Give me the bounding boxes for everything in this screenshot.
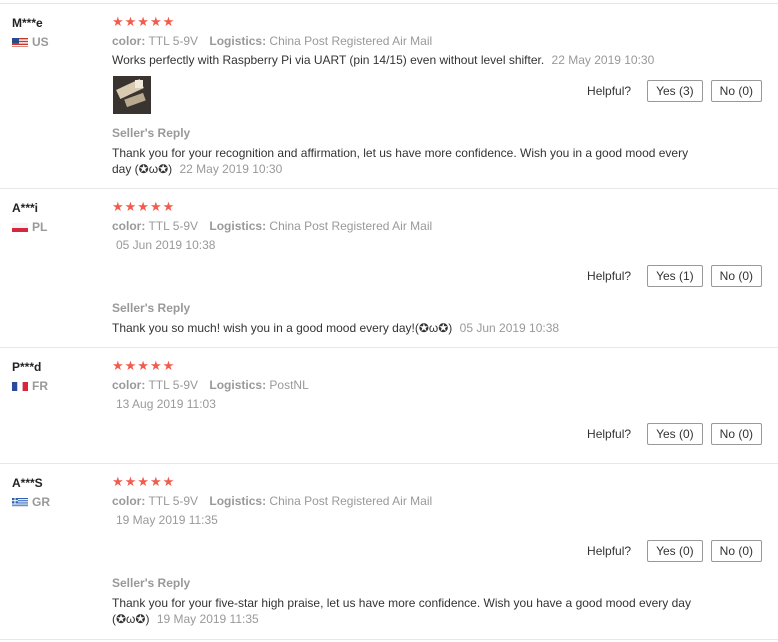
review-divider: [0, 639, 778, 640]
review-text: 05 Jun 2019 10:38: [112, 237, 766, 253]
review-item: P***d FR ★★★★★ color: TTL 5-9V Logistics…: [0, 348, 778, 464]
color-key: color:: [112, 34, 146, 48]
helpful-label: Helpful?: [587, 427, 632, 441]
country-code: FR: [32, 379, 48, 393]
reviewer-info: P***d FR: [12, 359, 102, 393]
color-key: color:: [112, 219, 146, 233]
country-code: PL: [32, 220, 48, 234]
review-text: 13 Aug 2019 11:03: [112, 396, 766, 412]
seller-reply-text: Thank you for your recognition and affir…: [112, 145, 698, 177]
order-info: color: TTL 5-9V Logistics: China Post Re…: [112, 33, 766, 49]
us-flag-icon: [12, 37, 28, 47]
review-date: 22 May 2019 10:30: [551, 53, 655, 67]
fr-flag-icon: [12, 381, 28, 391]
logistics-value: China Post Registered Air Mail: [269, 494, 433, 508]
color-value: TTL 5-9V: [148, 34, 199, 48]
star-rating: ★★★★★: [112, 14, 176, 29]
color-value: TTL 5-9V: [148, 219, 199, 233]
helpful-yes-button[interactable]: Yes (0): [647, 423, 703, 445]
review-body: Works perfectly with Raspberry Pi via UA…: [112, 53, 545, 67]
seller-reply-title: Seller's Reply: [112, 301, 191, 315]
country-code: US: [32, 35, 49, 49]
helpful-vote: Helpful? Yes (0) No (0): [587, 540, 762, 562]
country-code: GR: [32, 495, 50, 509]
reviewer-name: M***e: [12, 16, 43, 30]
logistics-key: Logistics:: [209, 34, 267, 48]
logistics-key: Logistics:: [209, 494, 267, 508]
seller-reply-date: 22 May 2019 10:30: [179, 162, 283, 176]
seller-reply-body: Thank you so much! wish you in a good mo…: [112, 321, 453, 335]
helpful-vote: Helpful? Yes (1) No (0): [587, 265, 762, 287]
reviewer-name: A***S: [12, 476, 43, 490]
reviewer-country: FR: [12, 379, 102, 393]
helpful-no-button[interactable]: No (0): [710, 80, 762, 102]
seller-reply-title: Seller's Reply: [112, 576, 191, 590]
color-key: color:: [112, 494, 146, 508]
review-item: A***i PL ★★★★★ color: TTL 5-9V Logistics…: [0, 189, 778, 348]
logistics-value: PostNL: [269, 378, 309, 392]
reviewer-info: A***S GR: [12, 475, 102, 509]
logistics-value: China Post Registered Air Mail: [269, 219, 433, 233]
review-content: ★★★★★ color: TTL 5-9V Logistics: China P…: [112, 474, 766, 528]
helpful-yes-button[interactable]: Yes (0): [647, 540, 703, 562]
seller-reply: Seller's Reply Thank you for your five-s…: [112, 575, 698, 627]
helpful-label: Helpful?: [587, 269, 632, 283]
seller-reply: Seller's Reply Thank you so much! wish y…: [112, 300, 698, 336]
logistics-value: China Post Registered Air Mail: [269, 34, 433, 48]
order-info: color: TTL 5-9V Logistics: PostNL: [112, 377, 766, 393]
review-content: ★★★★★ color: TTL 5-9V Logistics: China P…: [112, 199, 766, 253]
helpful-no-button[interactable]: No (0): [710, 540, 762, 562]
seller-reply-text: Thank you so much! wish you in a good mo…: [112, 320, 698, 336]
review-text: Works perfectly with Raspberry Pi via UA…: [112, 52, 766, 68]
star-rating: ★★★★★: [112, 199, 176, 214]
seller-reply: Seller's Reply Thank you for your recogn…: [112, 125, 698, 177]
helpful-label: Helpful?: [587, 84, 632, 98]
helpful-yes-button[interactable]: Yes (1): [647, 265, 703, 287]
review-date: 13 Aug 2019 11:03: [116, 397, 216, 411]
reviewer-name: A***i: [12, 201, 39, 215]
helpful-label: Helpful?: [587, 544, 632, 558]
reviewer-country: GR: [12, 495, 102, 509]
helpful-yes-button[interactable]: Yes (3): [647, 80, 703, 102]
helpful-vote: Helpful? Yes (3) No (0): [587, 80, 762, 102]
helpful-no-button[interactable]: No (0): [710, 265, 762, 287]
logistics-key: Logistics:: [209, 219, 267, 233]
reviewer-country: US: [12, 35, 102, 49]
star-rating: ★★★★★: [112, 358, 176, 373]
color-value: TTL 5-9V: [148, 378, 199, 392]
review-item: A***S GR ★★★★★ color: TTL 5-9V Logistics…: [0, 464, 778, 640]
logistics-key: Logistics:: [209, 378, 267, 392]
review-photo-thumbnail[interactable]: [113, 76, 151, 114]
helpful-vote: Helpful? Yes (0) No (0): [587, 423, 762, 445]
review-content: ★★★★★ color: TTL 5-9V Logistics: PostNL …: [112, 358, 766, 412]
seller-reply-title: Seller's Reply: [112, 126, 191, 140]
order-info: color: TTL 5-9V Logistics: China Post Re…: [112, 218, 766, 234]
review-content: ★★★★★ color: TTL 5-9V Logistics: China P…: [112, 14, 766, 68]
seller-reply-text: Thank you for your five-star high praise…: [112, 595, 698, 627]
color-key: color:: [112, 378, 146, 392]
reviewer-name: P***d: [12, 360, 42, 374]
review-date: 05 Jun 2019 10:38: [116, 238, 216, 252]
seller-reply-date: 19 May 2019 11:35: [156, 612, 259, 626]
reviewer-info: M***e US: [12, 15, 102, 49]
reviewer-info: A***i PL: [12, 200, 102, 234]
star-rating: ★★★★★: [112, 474, 176, 489]
pl-flag-icon: [12, 222, 28, 232]
gr-flag-icon: [12, 497, 28, 507]
helpful-no-button[interactable]: No (0): [710, 423, 762, 445]
review-text: 19 May 2019 11:35: [112, 512, 766, 528]
review-date: 19 May 2019 11:35: [116, 513, 218, 527]
order-info: color: TTL 5-9V Logistics: China Post Re…: [112, 493, 766, 509]
seller-reply-date: 05 Jun 2019 10:38: [459, 321, 560, 335]
review-item: M***e US ★★★★★ color: TTL 5-9V Logistics…: [0, 4, 778, 189]
reviewer-country: PL: [12, 220, 102, 234]
color-value: TTL 5-9V: [148, 494, 199, 508]
